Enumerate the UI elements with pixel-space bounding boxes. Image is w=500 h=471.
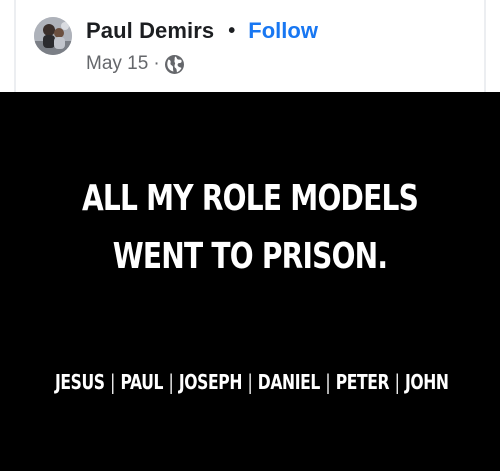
post-header: Paul Demirs • Follow May 15 · — [0, 0, 500, 92]
name-separator: | — [247, 370, 253, 394]
post-date[interactable]: May 15 — [86, 53, 148, 75]
name-item: DANIEL — [257, 370, 321, 394]
facebook-post: Paul Demirs • Follow May 15 · ALL MY ROL… — [0, 0, 500, 471]
name-separator: | — [325, 370, 331, 394]
author-avatar[interactable] — [34, 17, 72, 55]
headline-line-2: WENT TO PRISON. — [112, 236, 388, 277]
header-border-right — [484, 0, 486, 92]
name-item: JESUS — [55, 370, 105, 394]
author-name[interactable]: Paul Demirs — [86, 18, 214, 44]
name-separator: | — [168, 370, 174, 394]
role-model-names: JESUS | PAUL | JOSEPH | DANIEL | PETER | JOHN — [55, 370, 449, 394]
headline-line-1: ALL MY ROLE MODELS — [81, 178, 419, 219]
name-follow-separator: • — [228, 19, 236, 42]
name-item: PAUL — [120, 370, 164, 394]
post-image[interactable]: ALL MY ROLE MODELS WENT TO PRISON. JESUS… — [0, 92, 500, 471]
follow-button[interactable]: Follow — [248, 18, 318, 44]
name-separator: | — [394, 370, 400, 394]
name-item: PETER — [335, 370, 390, 394]
globe-icon[interactable] — [164, 54, 185, 75]
name-separator: | — [110, 370, 115, 394]
name-item: JOHN — [404, 370, 449, 394]
post-meta: May 15 · — [86, 51, 185, 77]
author-row: Paul Demirs • Follow — [86, 16, 318, 46]
meta-separator: · — [153, 53, 160, 74]
name-item: JOSEPH — [178, 370, 242, 394]
header-border-left — [14, 0, 16, 92]
